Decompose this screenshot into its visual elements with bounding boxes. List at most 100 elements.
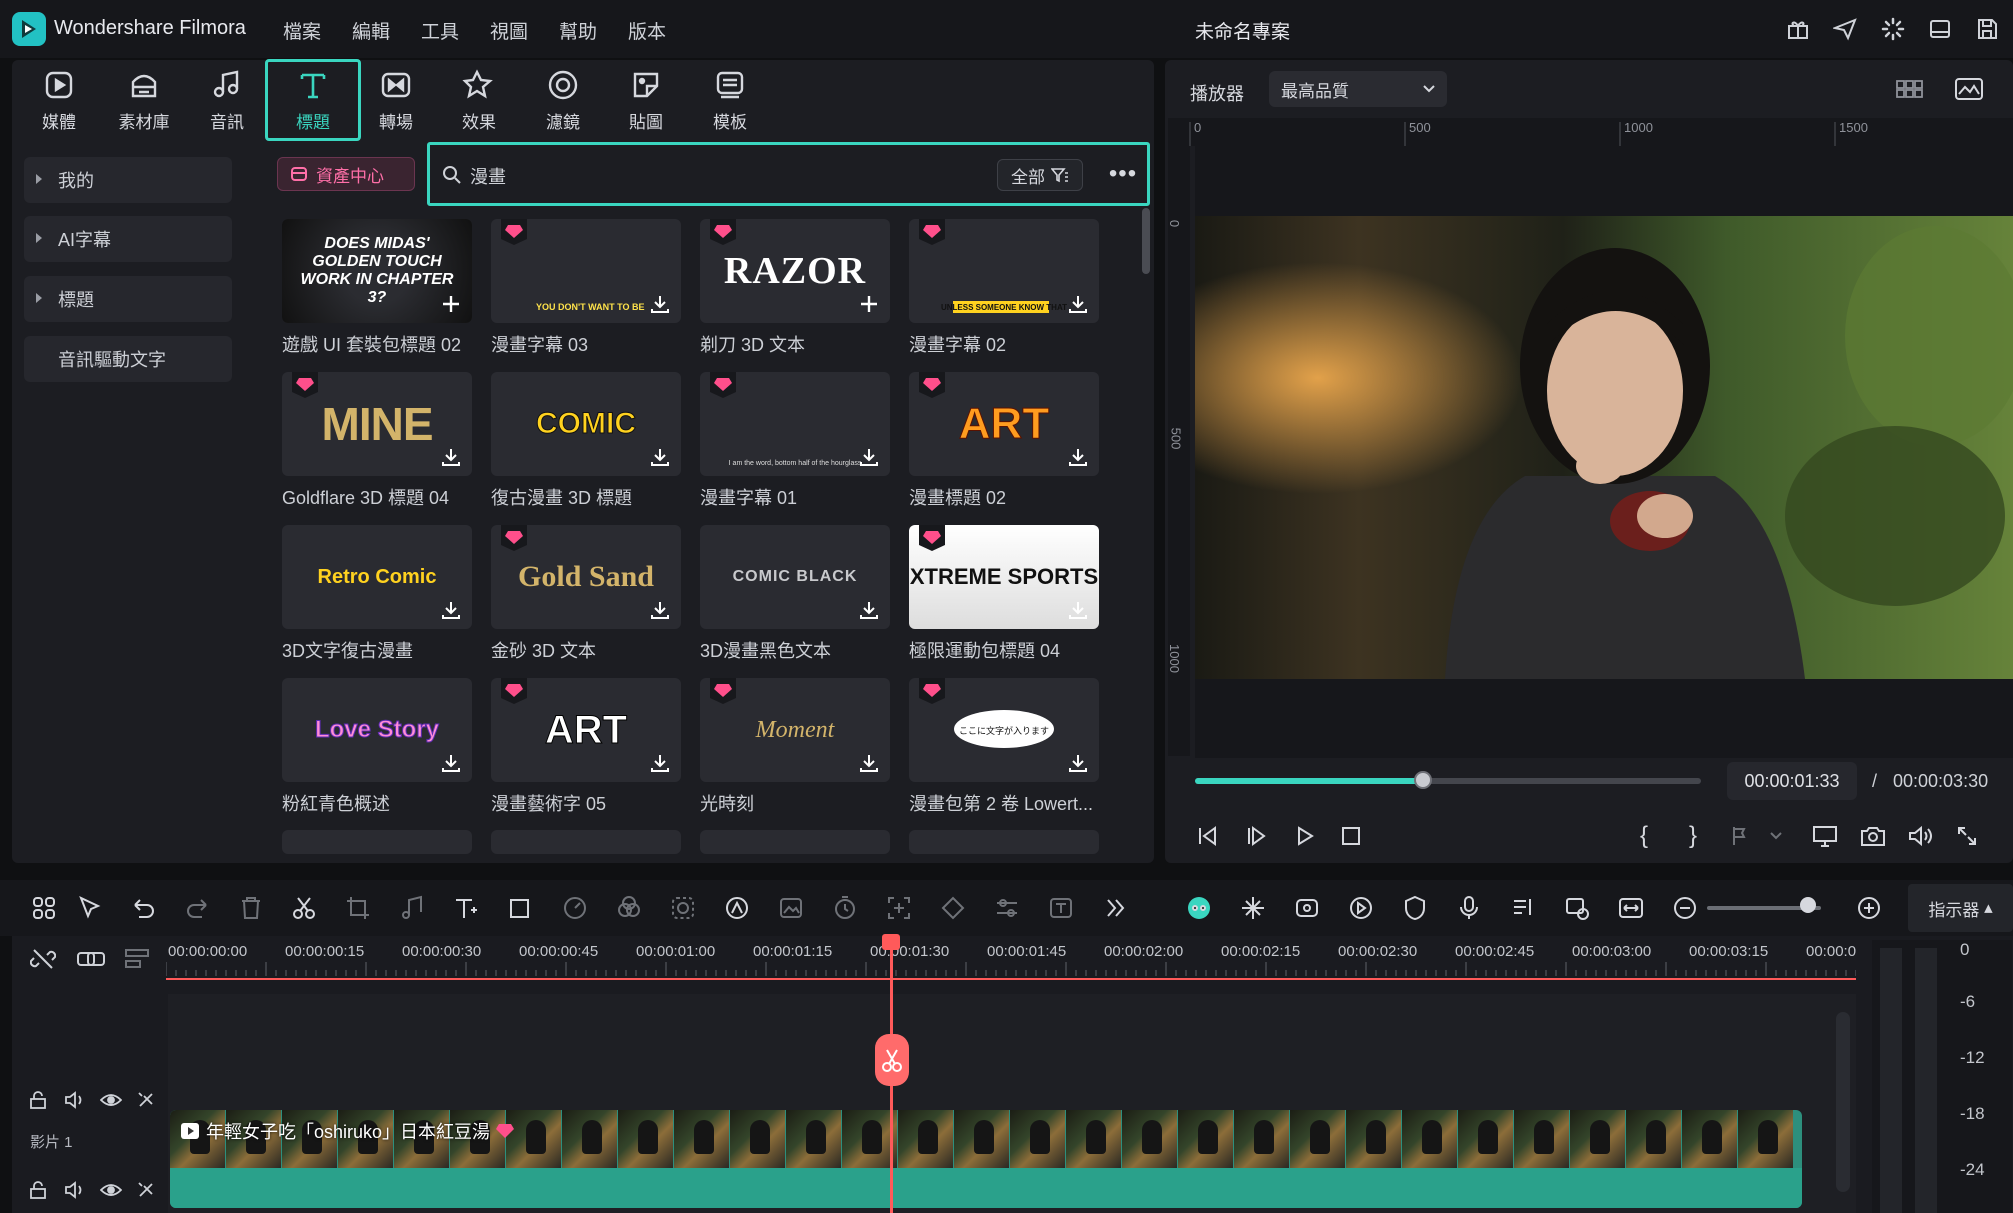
card-partial[interactable] xyxy=(909,830,1099,854)
lock-icon[interactable] xyxy=(28,1180,48,1205)
title-template-card[interactable]: XTREME SPORTS xyxy=(909,525,1099,629)
filter-dropdown[interactable]: 全部 xyxy=(997,159,1083,191)
title-template-card[interactable]: Love Story xyxy=(282,678,472,782)
title-template-card[interactable]: COMIC xyxy=(491,372,681,476)
color-icon[interactable] xyxy=(615,894,643,922)
title-template-card[interactable]: Moment xyxy=(700,678,890,782)
text-tool-icon[interactable] xyxy=(452,894,480,922)
title-template-card[interactable]: ART xyxy=(491,678,681,782)
library-scrollbar[interactable] xyxy=(1142,208,1150,274)
track-manager-icon[interactable] xyxy=(124,946,152,974)
sidebar-item-mine[interactable]: 我的 xyxy=(24,157,232,203)
speed-icon[interactable] xyxy=(561,894,589,922)
title-template-card[interactable]: MINE xyxy=(282,372,472,476)
ai-copilot-icon[interactable] xyxy=(1185,894,1213,922)
tab-transition[interactable]: 轉場 xyxy=(355,62,437,138)
stop-icon[interactable] xyxy=(1337,822,1365,850)
layout-grid-icon[interactable] xyxy=(30,894,58,922)
menu-tools[interactable]: 工具 xyxy=(421,17,459,44)
delete-icon[interactable] xyxy=(237,894,265,922)
mark-out-icon[interactable]: } xyxy=(1679,822,1707,850)
download-icon[interactable] xyxy=(1067,752,1089,774)
zoom-in-icon[interactable] xyxy=(1855,894,1883,922)
download-icon[interactable] xyxy=(1067,293,1089,315)
ai-portrait-icon[interactable] xyxy=(723,894,751,922)
download-icon[interactable] xyxy=(858,599,880,621)
download-icon[interactable] xyxy=(1067,446,1089,468)
menu-file[interactable]: 檔案 xyxy=(283,17,321,44)
shape-tool-icon[interactable] xyxy=(507,894,535,922)
more-tools-icon[interactable] xyxy=(1101,894,1129,922)
audio-edit-icon[interactable] xyxy=(398,894,426,922)
zoom-out-icon[interactable] xyxy=(1671,894,1699,922)
title-template-card[interactable]: UNLESS SOMEONE KNOW THAT xyxy=(909,219,1099,323)
timeline-vertical-scrollbar[interactable] xyxy=(1836,1012,1850,1192)
chevron-down-icon[interactable] xyxy=(1762,822,1790,850)
title-template-card[interactable]: I am the word, bottom half of the hourgl… xyxy=(700,372,890,476)
title-template-card[interactable]: YOU DON'T WANT TO BE xyxy=(491,219,681,323)
video-clip[interactable]: 年輕女子吃「oshiruko」日本紅豆湯 xyxy=(170,1110,1802,1208)
download-icon[interactable] xyxy=(649,599,671,621)
menu-help[interactable]: 幫助 xyxy=(559,17,597,44)
grid-view-icon[interactable] xyxy=(1895,74,1925,104)
redo-icon[interactable] xyxy=(183,894,211,922)
download-icon[interactable] xyxy=(649,752,671,774)
next-frame-icon[interactable] xyxy=(1243,822,1271,850)
quality-dropdown[interactable]: 最高品質 xyxy=(1269,71,1447,107)
save-icon[interactable] xyxy=(1972,14,2002,44)
snap-icon[interactable] xyxy=(1239,894,1267,922)
insert-marker-icon[interactable] xyxy=(1728,822,1756,850)
add-icon[interactable] xyxy=(858,293,880,315)
loading-icon[interactable] xyxy=(1878,14,1908,44)
menu-edit[interactable]: 編輯 xyxy=(352,17,390,44)
scopes-icon[interactable] xyxy=(1954,74,1984,104)
sidebar-item-audio-text[interactable]: 音訊驅動文字 xyxy=(24,336,232,382)
visibility-icon[interactable] xyxy=(99,1090,123,1115)
title-template-card[interactable]: RAZOR xyxy=(700,219,890,323)
mute-audio-icon[interactable] xyxy=(64,1180,86,1205)
duration-icon[interactable] xyxy=(831,894,859,922)
unlink-icon[interactable] xyxy=(29,946,58,974)
shield-icon[interactable] xyxy=(1401,894,1429,922)
visibility-icon[interactable] xyxy=(99,1180,123,1205)
download-icon[interactable] xyxy=(440,752,462,774)
crop-icon[interactable] xyxy=(344,894,372,922)
tab-stock[interactable]: 素材庫 xyxy=(103,62,185,138)
layout-icon[interactable] xyxy=(1925,14,1955,44)
lock-icon[interactable] xyxy=(28,1090,48,1115)
card-partial[interactable] xyxy=(282,830,472,854)
sidebar-item-titles[interactable]: 標題 xyxy=(24,276,232,322)
fullscreen-icon[interactable] xyxy=(1953,822,1981,850)
tab-effects[interactable]: 效果 xyxy=(438,62,520,138)
fit-icon[interactable] xyxy=(1617,894,1645,922)
auto-ripple-icon[interactable] xyxy=(136,1180,158,1205)
link-icon[interactable] xyxy=(76,946,106,974)
tab-sticker[interactable]: 貼圖 xyxy=(605,62,687,138)
download-icon[interactable] xyxy=(649,446,671,468)
download-icon[interactable] xyxy=(1067,599,1089,621)
more-options-icon[interactable]: ••• xyxy=(1106,157,1140,191)
download-icon[interactable] xyxy=(440,446,462,468)
tab-title[interactable]: 標題 xyxy=(265,59,361,141)
title-template-card[interactable]: ここに文字が入ります xyxy=(909,678,1099,782)
indicator-dropdown[interactable]: 指示器 ▴ xyxy=(1908,884,2013,932)
split-scissor-icon[interactable] xyxy=(875,1034,909,1086)
mute-audio-icon[interactable] xyxy=(64,1090,86,1115)
ai-image-icon[interactable] xyxy=(777,894,805,922)
preview-quality-icon[interactable] xyxy=(1563,894,1591,922)
mask-icon[interactable] xyxy=(669,894,697,922)
snapshot-icon[interactable] xyxy=(1859,822,1887,850)
ai-text-icon[interactable] xyxy=(1047,894,1075,922)
send-feedback-icon[interactable] xyxy=(1830,14,1860,44)
video-preview[interactable] xyxy=(1195,216,2013,679)
menu-view[interactable]: 視圖 xyxy=(490,17,528,44)
tab-audio[interactable]: 音訊 xyxy=(186,62,268,138)
mark-in-icon[interactable]: { xyxy=(1630,822,1658,850)
previous-frame-icon[interactable] xyxy=(1194,822,1222,850)
title-template-card[interactable]: Gold Sand xyxy=(491,525,681,629)
tab-media[interactable]: 媒體 xyxy=(18,62,100,138)
playback-progress-slider[interactable] xyxy=(1195,771,1701,789)
display-icon[interactable] xyxy=(1811,822,1839,850)
download-icon[interactable] xyxy=(649,293,671,315)
title-template-card[interactable]: ART xyxy=(909,372,1099,476)
